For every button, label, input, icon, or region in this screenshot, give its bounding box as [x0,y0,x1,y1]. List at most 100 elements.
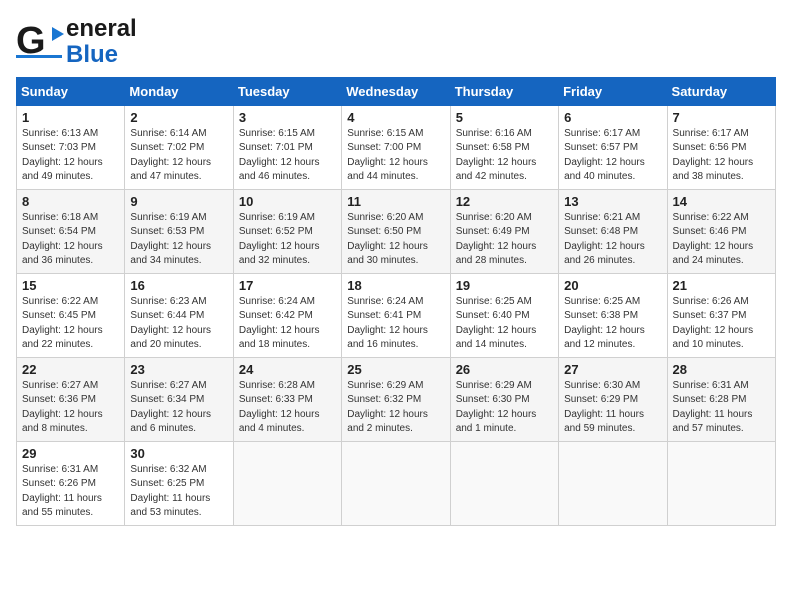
calendar-cell [450,441,558,525]
day-number: 20 [564,278,661,293]
weekday-header-tuesday: Tuesday [233,77,341,105]
day-number: 12 [456,194,553,209]
day-number: 21 [673,278,770,293]
day-number: 10 [239,194,336,209]
calendar-body: 1Sunrise: 6:13 AM Sunset: 7:03 PM Daylig… [17,105,776,525]
day-detail: Sunrise: 6:20 AM Sunset: 6:50 PM Dayligh… [347,211,444,269]
logo-general: eneral [66,16,137,42]
calendar-cell: 17 Sunrise: 6:24 AM Sunset: 6:42 PM Dayli… [233,273,341,357]
calendar-cell [233,441,341,525]
calendar-cell: 13 Sunrise: 6:21 AM Sunset: 6:48 PM Dayli… [559,189,667,273]
day-detail: Sunrise: 6:20 AM Sunset: 6:49 PM Dayligh… [456,211,553,269]
day-detail: Sunrise: 6:17 AM Sunset: 6:57 PM Dayligh… [564,127,661,185]
day-detail: Sunrise: 6:29 AM Sunset: 6:30 PM Dayligh… [456,379,553,437]
calendar-cell: 14 Sunrise: 6:22 AM Sunset: 6:46 PM Dayli… [667,189,775,273]
day-detail: Sunrise: 6:23 AM Sunset: 6:44 PM Dayligh… [130,295,227,353]
day-number: 29 [22,446,119,461]
calendar-cell: 3 Sunrise: 6:15 AM Sunset: 7:01 PM Daylig… [233,105,341,189]
day-number: 4 [347,110,444,125]
day-number: 28 [673,362,770,377]
weekday-header-wednesday: Wednesday [342,77,450,105]
weekday-header-thursday: Thursday [450,77,558,105]
calendar-cell: 24 Sunrise: 6:28 AM Sunset: 6:33 PM Dayli… [233,357,341,441]
day-detail: Sunrise: 6:24 AM Sunset: 6:41 PM Dayligh… [347,295,444,353]
day-detail: Sunrise: 6:17 AM Sunset: 6:56 PM Dayligh… [673,127,770,185]
day-detail: Sunrise: 6:19 AM Sunset: 6:53 PM Dayligh… [130,211,227,269]
day-number: 15 [22,278,119,293]
day-number: 1 [22,110,119,125]
day-detail: Sunrise: 6:27 AM Sunset: 6:36 PM Dayligh… [22,379,119,437]
day-detail: Sunrise: 6:28 AM Sunset: 6:33 PM Dayligh… [239,379,336,437]
calendar-cell [342,441,450,525]
day-number: 2 [130,110,227,125]
calendar-cell: 6 Sunrise: 6:17 AM Sunset: 6:57 PM Daylig… [559,105,667,189]
day-number: 26 [456,362,553,377]
day-number: 9 [130,194,227,209]
day-detail: Sunrise: 6:21 AM Sunset: 6:48 PM Dayligh… [564,211,661,269]
day-number: 6 [564,110,661,125]
calendar-cell: 8 Sunrise: 6:18 AM Sunset: 6:54 PM Daylig… [17,189,125,273]
calendar-table: SundayMondayTuesdayWednesdayThursdayFrid… [16,77,776,526]
day-number: 25 [347,362,444,377]
day-number: 8 [22,194,119,209]
calendar-cell: 20 Sunrise: 6:25 AM Sunset: 6:38 PM Dayli… [559,273,667,357]
day-detail: Sunrise: 6:31 AM Sunset: 6:26 PM Dayligh… [22,463,119,521]
calendar-cell: 25Sunrise: 6:29 AM Sunset: 6:32 PM Dayli… [342,357,450,441]
calendar-cell: 1Sunrise: 6:13 AM Sunset: 7:03 PM Daylig… [17,105,125,189]
day-detail: Sunrise: 6:22 AM Sunset: 6:45 PM Dayligh… [22,295,119,353]
calendar-week-4: 22 Sunrise: 6:27 AM Sunset: 6:36 PM Dayli… [17,357,776,441]
day-number: 13 [564,194,661,209]
day-detail: Sunrise: 6:27 AM Sunset: 6:34 PM Dayligh… [130,379,227,437]
day-number: 16 [130,278,227,293]
calendar-cell: 5Sunrise: 6:16 AM Sunset: 6:58 PM Daylig… [450,105,558,189]
calendar-cell: 11Sunrise: 6:20 AM Sunset: 6:50 PM Dayli… [342,189,450,273]
day-number: 5 [456,110,553,125]
day-detail: Sunrise: 6:19 AM Sunset: 6:52 PM Dayligh… [239,211,336,269]
day-number: 3 [239,110,336,125]
calendar-week-2: 8 Sunrise: 6:18 AM Sunset: 6:54 PM Daylig… [17,189,776,273]
day-detail: Sunrise: 6:31 AM Sunset: 6:28 PM Dayligh… [673,379,770,437]
calendar-cell: 9 Sunrise: 6:19 AM Sunset: 6:53 PM Daylig… [125,189,233,273]
calendar-cell: 15 Sunrise: 6:22 AM Sunset: 6:45 PM Dayli… [17,273,125,357]
day-detail: Sunrise: 6:32 AM Sunset: 6:25 PM Dayligh… [130,463,227,521]
day-detail: Sunrise: 6:26 AM Sunset: 6:37 PM Dayligh… [673,295,770,353]
day-number: 17 [239,278,336,293]
calendar-week-1: 1Sunrise: 6:13 AM Sunset: 7:03 PM Daylig… [17,105,776,189]
page-header: G eneral Blue [16,16,776,69]
day-number: 18 [347,278,444,293]
calendar-cell: 12 Sunrise: 6:20 AM Sunset: 6:49 PM Dayli… [450,189,558,273]
calendar-cell: 21 Sunrise: 6:26 AM Sunset: 6:37 PM Dayli… [667,273,775,357]
day-detail: Sunrise: 6:25 AM Sunset: 6:38 PM Dayligh… [564,295,661,353]
day-detail: Sunrise: 6:15 AM Sunset: 7:01 PM Dayligh… [239,127,336,185]
day-detail: Sunrise: 6:18 AM Sunset: 6:54 PM Dayligh… [22,211,119,269]
calendar-cell [559,441,667,525]
day-number: 24 [239,362,336,377]
day-number: 22 [22,362,119,377]
day-detail: Sunrise: 6:24 AM Sunset: 6:42 PM Dayligh… [239,295,336,353]
day-detail: Sunrise: 6:15 AM Sunset: 7:00 PM Dayligh… [347,127,444,185]
calendar-cell: 7 Sunrise: 6:17 AM Sunset: 6:56 PM Daylig… [667,105,775,189]
calendar-cell [667,441,775,525]
calendar-cell: 30 Sunrise: 6:32 AM Sunset: 6:25 PM Dayli… [125,441,233,525]
calendar-cell: 19Sunrise: 6:25 AM Sunset: 6:40 PM Dayli… [450,273,558,357]
day-number: 27 [564,362,661,377]
day-number: 14 [673,194,770,209]
calendar-cell: 29 Sunrise: 6:31 AM Sunset: 6:26 PM Dayli… [17,441,125,525]
day-number: 23 [130,362,227,377]
calendar-cell: 18 Sunrise: 6:24 AM Sunset: 6:41 PM Dayli… [342,273,450,357]
day-detail: Sunrise: 6:22 AM Sunset: 6:46 PM Dayligh… [673,211,770,269]
day-number: 30 [130,446,227,461]
day-number: 7 [673,110,770,125]
weekday-header-saturday: Saturday [667,77,775,105]
calendar-cell: 22 Sunrise: 6:27 AM Sunset: 6:36 PM Dayli… [17,357,125,441]
calendar-cell: 26 Sunrise: 6:29 AM Sunset: 6:30 PM Dayli… [450,357,558,441]
calendar-cell: 16 Sunrise: 6:23 AM Sunset: 6:44 PM Dayli… [125,273,233,357]
calendar-cell: 28 Sunrise: 6:31 AM Sunset: 6:28 PM Dayli… [667,357,775,441]
calendar-cell: 10 Sunrise: 6:19 AM Sunset: 6:52 PM Dayli… [233,189,341,273]
weekday-header-row: SundayMondayTuesdayWednesdayThursdayFrid… [17,77,776,105]
logo: G eneral Blue [16,16,137,69]
calendar-week-5: 29 Sunrise: 6:31 AM Sunset: 6:26 PM Dayli… [17,441,776,525]
day-number: 19 [456,278,553,293]
calendar-cell: 23 Sunrise: 6:27 AM Sunset: 6:34 PM Dayli… [125,357,233,441]
calendar-cell: 4 Sunrise: 6:15 AM Sunset: 7:00 PM Daylig… [342,105,450,189]
